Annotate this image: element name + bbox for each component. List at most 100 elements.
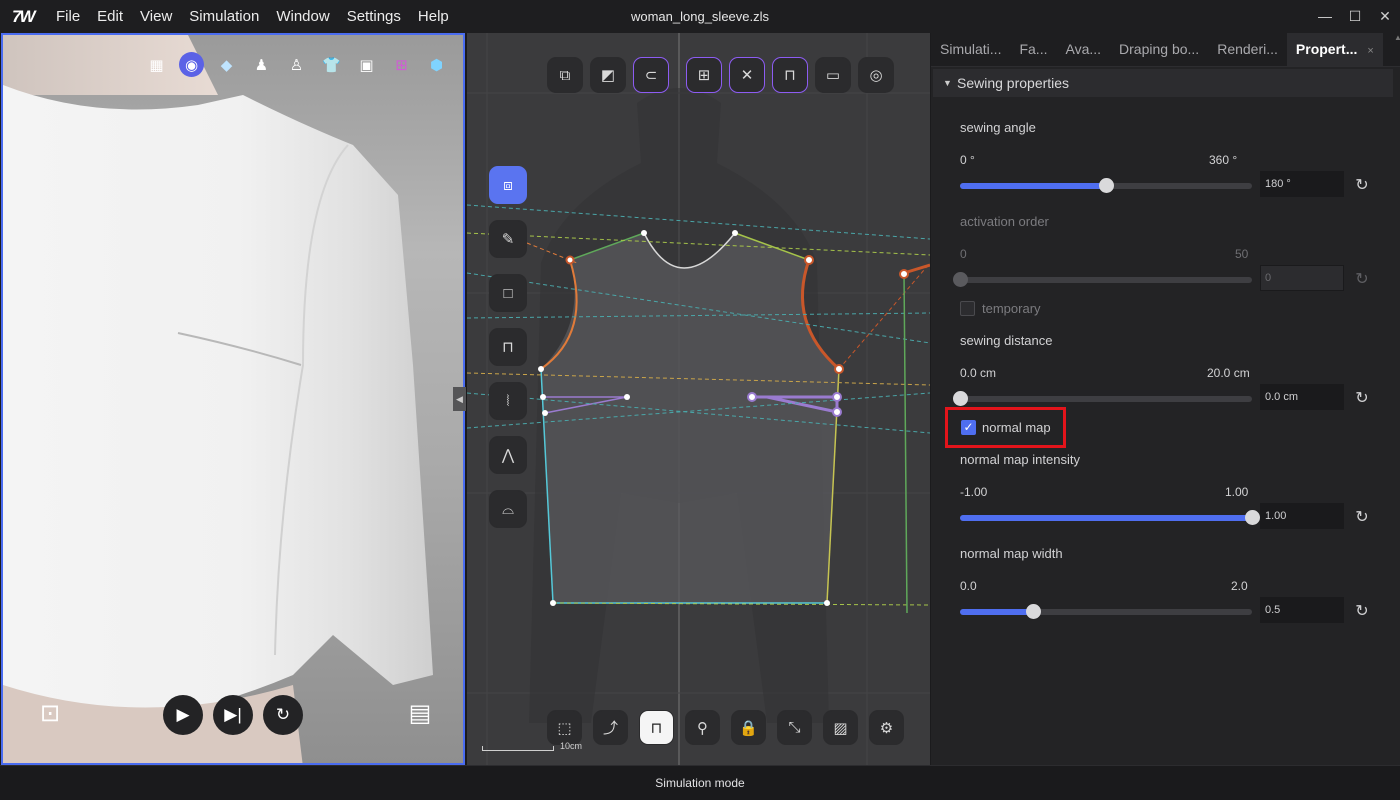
reset-icon[interactable]: ↻ [1354,604,1370,620]
activation-order-input[interactable]: 0 [1260,265,1344,291]
activation-order-max: 50 [1235,247,1249,261]
step-forward-icon[interactable]: ▶| [213,695,253,735]
sewing-angle-input[interactable]: 180 ° [1260,171,1344,197]
pattern-left-toolbar: ⧈ ✎ □ ⊓ ⦚ ⋀ ⌓ [489,166,527,528]
sew-icon[interactable]: ⊓ [772,57,808,93]
app-logo[interactable]: 7W [12,7,42,27]
property-panel: Simulati... Fa... Ava... Draping bo... R… [931,33,1400,765]
temporary-checkbox[interactable] [960,301,975,316]
fabric-block-icon[interactable]: ◆ [214,52,239,77]
reset-icon[interactable]: ↻ [1354,178,1370,194]
activation-order-label: activation order [960,214,1049,229]
layer-icon[interactable]: ▣ [354,52,379,77]
scroll-arrow-icon[interactable]: ▲ [1394,33,1400,73]
normal-map-intensity-slider[interactable] [960,510,1260,525]
normal-map-width-slider[interactable] [960,604,1252,619]
fold-icon[interactable]: ⋀ [489,436,527,474]
tape-icon[interactable]: ◎ [858,57,894,93]
menu-view[interactable]: View [140,8,172,25]
sewing-distance-input[interactable]: 0.0 cm [1260,384,1344,410]
pattern-edit-icon[interactable]: ◩ [590,57,626,93]
edit-curve-icon[interactable]: ⤴ [593,710,628,745]
minimize-button[interactable]: — [1310,0,1340,33]
mesh-icon[interactable]: ▦ [144,52,169,77]
section-sewing-properties[interactable]: ▼ Sewing properties [933,69,1393,97]
normal-map-intensity-max: 1.00 [1225,485,1249,499]
zipper-icon[interactable]: ⦚ [489,382,527,420]
reset-icon[interactable]: ↻ [1354,510,1370,526]
avatar-icon[interactable]: ♟ [249,52,274,77]
close-tab-icon[interactable]: × [1367,45,1373,57]
activation-order-slider[interactable] [953,272,1252,287]
tab-draping[interactable]: Draping bo... [1110,33,1208,66]
tab-simulation[interactable]: Simulati... [931,33,1010,66]
needle-icon[interactable]: ✕ [729,57,765,93]
texture-sphere-icon[interactable]: ◉ [179,52,204,77]
menu-simulation[interactable]: Simulation [189,8,259,25]
tab-rendering[interactable]: Renderi... [1208,33,1287,66]
menu-file[interactable]: File [56,8,80,25]
avatar-color-icon[interactable]: ♙ [284,52,309,77]
viewport-3d[interactable]: ▦ ◉ ◆ ♟ ♙ 👕 ▣ ⊞ ⬢ ⊡ ▶ ▶| ↻ ▤ [1,33,465,765]
snapshot-icon[interactable]: ⊡ [33,699,67,733]
transform-pattern-icon[interactable]: ⧈ [489,166,527,204]
sewing-distance-label: sewing distance [960,333,1053,348]
cube-icon[interactable]: ⬢ [424,52,449,77]
sewing-machine-icon[interactable]: ⊓ [489,328,527,366]
slider-thumb[interactable] [1099,178,1114,193]
grid-icon[interactable]: ⊞ [686,57,722,93]
collapse-toolbar-handle[interactable]: ◀ [453,387,466,411]
cut-icon[interactable]: ⤡ [777,710,812,745]
magnet-icon[interactable]: ⊂ [633,57,669,93]
reset-icon[interactable]: ↻ [1354,391,1370,407]
settings-icon[interactable]: ⚙ [869,710,904,745]
pattern-canvas[interactable] [467,33,930,765]
reset-icon[interactable]: ↻ [263,695,303,735]
play-icon[interactable]: ▶ [163,695,203,735]
title-bar: 7W File Edit View Simulation Window Sett… [0,0,1400,33]
reset-icon[interactable]: ↻ [1354,272,1370,288]
sewing-angle-min: 0 ° [960,153,975,167]
sewing-angle-max: 360 ° [1209,153,1238,167]
garment-icon[interactable]: 👕 [319,52,344,77]
normal-map-width-min: 0.0 [960,579,977,593]
sewing-select-icon[interactable]: ⊓ [639,710,674,745]
temporary-label: temporary [982,301,1041,316]
slider-thumb[interactable] [1245,510,1260,525]
film-icon[interactable]: ▤ [403,699,437,733]
tab-avatar[interactable]: Ava... [1056,33,1110,66]
slider-thumb[interactable] [953,391,968,406]
slider-thumb[interactable] [1026,604,1041,619]
menu-window[interactable]: Window [276,8,329,25]
activation-order-min: 0 [960,247,967,261]
pen-icon[interactable]: ✎ [489,220,527,258]
normal-map-width-input[interactable]: 0.5 [1260,597,1344,623]
sewing-machine-icon[interactable]: ⊞ [389,52,414,77]
close-button[interactable]: ✕ [1370,0,1400,33]
pin-icon[interactable]: ⚲ [685,710,720,745]
normal-map-width-max: 2.0 [1231,579,1248,593]
maximize-button[interactable]: ☐ [1340,0,1370,33]
section-title: Sewing properties [957,75,1070,91]
tab-properties[interactable]: Propert... × [1286,33,1383,66]
lock-icon[interactable]: 🔒 [731,710,766,745]
sewing-angle-slider[interactable] [960,178,1252,193]
window-controls: — ☐ ✕ [1310,0,1400,33]
normal-map-intensity-input[interactable]: 1.00 [1260,503,1344,529]
pattern-icon[interactable]: ⧉ [547,57,583,93]
menu-settings[interactable]: Settings [347,8,401,25]
sewing-angle-label: sewing angle [960,120,1036,135]
tab-fabric[interactable]: Fa... [1010,33,1056,66]
slider-fill [960,515,1252,521]
menu-edit[interactable]: Edit [97,8,123,25]
pattern-window-2d[interactable]: ⧉ ◩ ⊂ ⊞ ✕ ⊓ ▭ ◎ ⧈ ✎ □ ⊓ ⦚ ⋀ ⌓ ⬚ ⤴ ⊓ ⚲ 🔒 … [467,33,930,765]
measure-icon[interactable]: ⌓ [489,490,527,528]
select-icon[interactable]: ⬚ [547,710,582,745]
slider-thumb[interactable] [953,272,968,287]
flatten-icon[interactable]: ▭ [815,57,851,93]
sewing-distance-slider[interactable] [953,391,1252,406]
status-bar: Simulation mode [0,765,1400,800]
rectangle-icon[interactable]: □ [489,274,527,312]
menu-help[interactable]: Help [418,8,449,25]
image-icon[interactable]: ▨ [823,710,858,745]
